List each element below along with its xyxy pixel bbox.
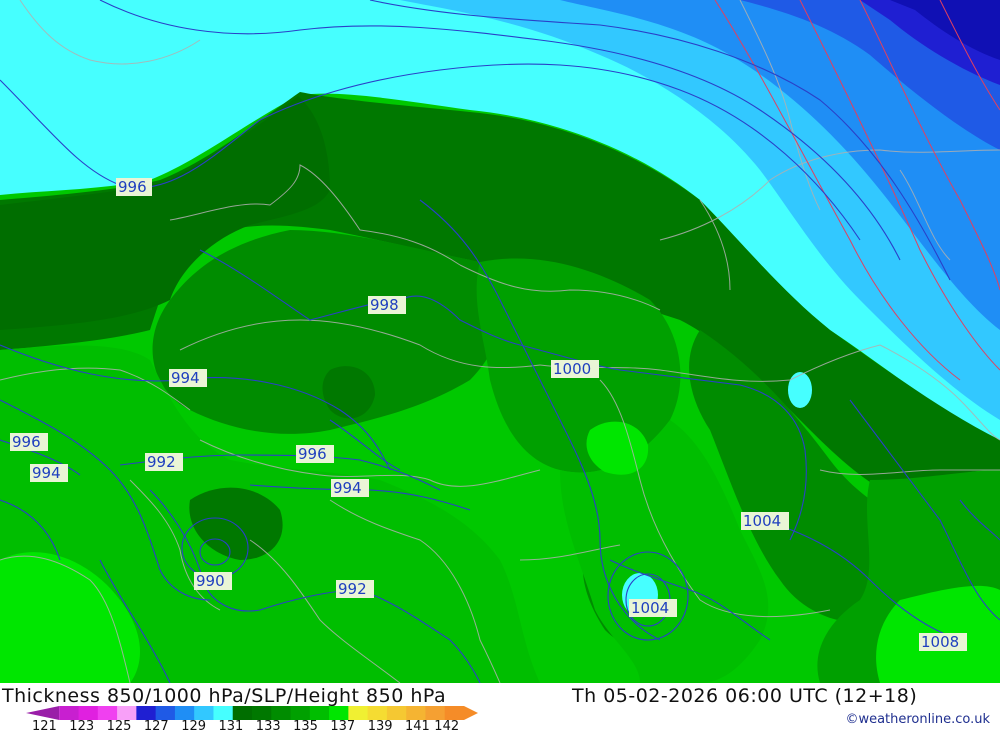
color-scale-swatch [194,706,214,720]
color-scale-swatch [78,706,99,720]
color-scale-swatch [117,706,137,720]
color-scale-swatch [290,706,311,720]
color-scale-swatch [136,706,157,720]
color-scale-swatch [59,706,80,720]
color-scale-label: 131 [218,719,244,734]
isobar-label-1004: 1004 [629,599,677,617]
color-scale [26,706,478,720]
color-scale-swatch [329,706,349,720]
color-scale-label: 125 [106,719,132,734]
color-scale-label: 127 [143,719,169,734]
svg-text:1004: 1004 [631,599,669,617]
svg-text:994: 994 [32,464,61,482]
isobar-label-1004: 1004 [741,512,789,530]
svg-text:994: 994 [333,479,362,497]
isobar-label-990: 990 [194,572,232,590]
color-scale-swatch [367,706,388,720]
credit-text: ©weatheronline.co.uk [845,712,990,727]
isobar-label-992: 992 [336,580,374,598]
color-scale-swatch [406,706,426,720]
svg-text:996: 996 [12,433,41,451]
map-title: Thickness 850/1000 hPa/SLP/Height 850 hP… [2,685,447,707]
color-scale-swatch [444,706,478,720]
color-scale-label: 123 [69,719,95,734]
color-scale-label: 142 [434,719,460,734]
color-scale-swatch [309,706,330,720]
svg-text:992: 992 [147,453,176,471]
isobar-label-996: 996 [296,445,334,463]
color-scale-label: 137 [330,719,356,734]
isobar-label-994: 994 [331,479,369,497]
isobar-label-1000: 1000 [551,360,599,378]
color-scale-swatch [213,706,234,720]
color-scale-swatch [425,706,446,720]
svg-text:996: 996 [298,445,327,463]
svg-text:996: 996 [118,178,147,196]
color-scale-swatch [386,706,407,720]
color-scale-swatch [348,706,369,720]
isobar-label-992: 992 [145,453,183,471]
color-scale-label: 135 [293,719,318,734]
color-scale-swatch [232,706,253,720]
color-scale-swatch [155,706,176,720]
svg-text:1008: 1008 [921,633,959,651]
svg-text:990: 990 [196,572,225,590]
isobar-label-994: 994 [169,369,207,387]
svg-text:1000: 1000 [553,360,591,378]
isobar-label-996: 996 [116,178,152,196]
color-scale-label: 121 [32,719,57,734]
color-scale-swatch [97,706,118,720]
isobar-label-996: 996 [10,433,48,451]
color-scale-label: 139 [367,719,393,734]
svg-text:994: 994 [171,369,200,387]
color-scale-swatch [26,706,60,720]
color-scale-swatch [271,706,292,720]
weather-map: 996 998 994 996 994 992 996 994 990 992 … [0,0,1000,683]
color-scale-label: 133 [255,719,281,734]
color-scale-label: 141 [405,719,430,734]
map-footer: Thickness 850/1000 hPa/SLP/Height 850 hP… [0,683,1000,734]
svg-text:998: 998 [370,296,399,314]
cold-pocket-east [788,372,812,408]
isobar-label-994: 994 [30,464,68,482]
svg-text:992: 992 [338,580,367,598]
color-scale-label: 129 [181,719,207,734]
svg-text:1004: 1004 [743,512,781,530]
isobar-label-998: 998 [368,296,406,314]
color-scale-labels: 121 123 125 127 129 131 133 135 137 139 141 142 [26,719,506,734]
valid-time: Th 05-02-2026 06:00 UTC (12+18) [572,685,918,707]
color-scale-swatch [252,706,272,720]
color-scale-swatch [174,706,195,720]
isobar-label-1008: 1008 [919,633,967,651]
